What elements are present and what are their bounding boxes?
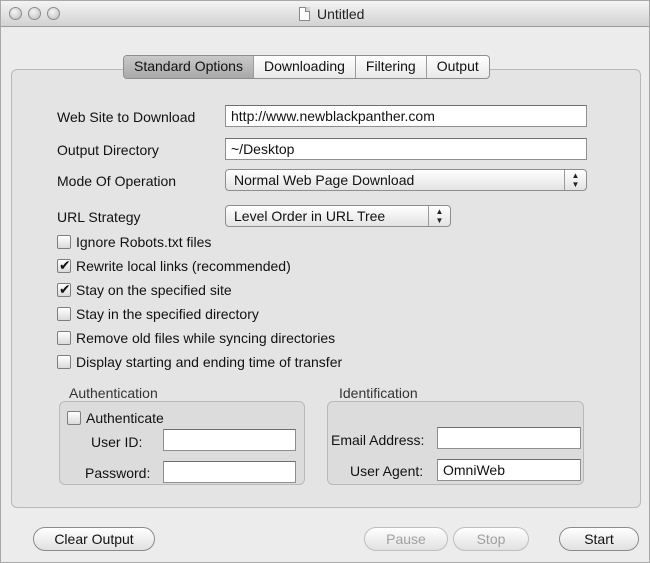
mode-select[interactable]: Normal Web Page Download ▲ ▼ [225,169,587,191]
user-id-field[interactable] [163,429,296,451]
zoom-window-button[interactable] [47,7,60,20]
email-label: Email Address: [331,432,425,448]
stop-button[interactable]: Stop [453,527,529,551]
window-title: Untitled [317,6,365,22]
user-agent-label: User Agent: [350,463,424,479]
select-arrows-icon: ▲ ▼ [564,170,586,190]
option-ignore-robots[interactable]: Ignore Robots.txt files [57,233,211,251]
output-directory-label: Output Directory [57,142,159,158]
option-stay-in-directory[interactable]: Stay in the specified directory [57,305,259,323]
start-button[interactable]: Start [559,527,639,551]
option-remove-old-files[interactable]: Remove old files while syncing directori… [57,329,335,347]
url-strategy-value: Level Order in URL Tree [234,208,386,224]
close-window-button[interactable] [9,7,22,20]
tab-standard-options[interactable]: Standard Options [124,56,253,78]
tab-output[interactable]: Output [425,56,489,78]
checkbox[interactable] [57,355,71,369]
option-display-times[interactable]: Display starting and ending time of tran… [57,353,342,371]
select-arrows-icon: ▲ ▼ [428,206,450,226]
output-directory-field[interactable]: ~/Desktop [225,138,587,160]
authenticate-option[interactable]: Authenticate [67,409,164,427]
identification-title: Identification [339,385,418,401]
email-field[interactable] [437,427,581,449]
mode-select-value: Normal Web Page Download [234,172,415,188]
minimize-window-button[interactable] [28,7,41,20]
checkbox[interactable] [57,331,71,345]
url-strategy-select[interactable]: Level Order in URL Tree ▲ ▼ [225,205,451,227]
checkbox-checked[interactable] [57,281,71,298]
clear-output-button[interactable]: Clear Output [33,527,155,551]
website-label: Web Site to Download [57,109,196,125]
password-field[interactable] [163,461,296,483]
tab-bar: Standard Options Downloading Filtering O… [123,55,490,79]
checkbox[interactable] [67,411,81,425]
checkbox[interactable] [57,235,71,249]
password-label: Password: [85,465,151,481]
url-strategy-label: URL Strategy [57,209,141,225]
pause-button[interactable]: Pause [364,527,448,551]
tab-filtering[interactable]: Filtering [354,56,426,78]
app-window: Untitled Standard Options Downloading Fi… [0,0,650,563]
website-field[interactable]: http://www.newblackpanther.com [225,105,587,127]
user-id-label: User ID: [91,434,143,450]
authentication-title: Authentication [69,385,158,401]
option-stay-on-site[interactable]: Stay on the specified site [57,281,232,299]
tab-downloading[interactable]: Downloading [252,56,355,78]
checkbox-checked[interactable] [57,257,71,274]
checkbox[interactable] [57,307,71,321]
document-icon [299,7,310,21]
option-rewrite-links[interactable]: Rewrite local links (recommended) [57,257,291,275]
user-agent-field[interactable]: OmniWeb [437,459,581,481]
mode-label: Mode Of Operation [57,173,177,189]
title-bar: Untitled [1,1,649,27]
